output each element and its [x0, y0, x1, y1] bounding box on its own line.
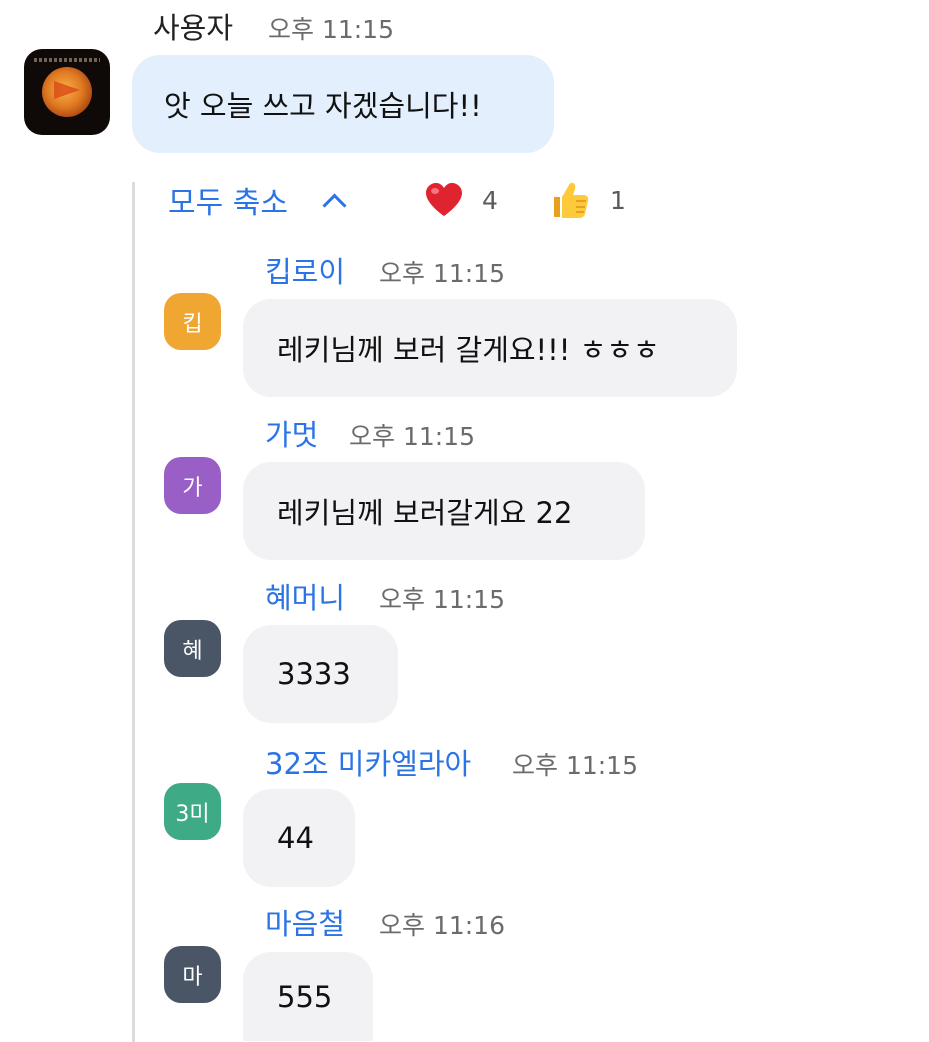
reply-avatar[interactable]: 킵 [164, 293, 221, 350]
heart-icon [424, 182, 464, 218]
reply-author[interactable]: 혜머니 [265, 578, 345, 618]
sender-avatar[interactable] [24, 49, 110, 135]
reaction-heart-count: 4 [482, 185, 498, 215]
reply-bubble[interactable]: 555 [243, 952, 373, 1041]
reply-timestamp: 오후 11:15 [512, 751, 638, 780]
reply-author[interactable]: 가멋 [265, 415, 318, 455]
reply-bubble[interactable]: 3333 [243, 625, 398, 723]
reply-timestamp: 오후 11:15 [379, 259, 505, 288]
reply-author[interactable]: 킵로이 [265, 252, 345, 292]
reply-bubble[interactable]: 44 [243, 789, 355, 887]
collapse-all-label: 모두 축소 [168, 186, 288, 221]
reaction-thumbs-up-count: 1 [610, 185, 626, 215]
message-timestamp: 오후 11:15 [268, 15, 394, 44]
reply-timestamp: 오후 11:15 [349, 422, 475, 451]
avatar-caption-decoration [34, 58, 100, 62]
reply-timestamp: 오후 11:15 [379, 585, 505, 614]
reply-avatar[interactable]: 3미 [164, 783, 221, 840]
sender-name[interactable]: 사용자 [153, 8, 233, 48]
reaction-heart[interactable]: 4 [424, 178, 498, 222]
reply-text: 레키님께 보러 갈게요!!! ㅎㅎㅎ [277, 333, 660, 367]
reply-text: 44 [277, 821, 314, 855]
reply-avatar[interactable]: 혜 [164, 620, 221, 677]
reply-text: 3333 [277, 657, 351, 691]
reply-bubble[interactable]: 레키님께 보러 갈게요!!! ㅎㅎㅎ [243, 299, 737, 397]
chevron-up-icon [322, 192, 347, 218]
reaction-thumbs-up[interactable]: 1 [550, 178, 626, 222]
reply-bubble[interactable]: 레키님께 보러갈게요 22 [243, 462, 645, 560]
message-bubble[interactable]: 앗 오늘 쓰고 자겠습니다!! [132, 55, 554, 153]
reply-text: 레키님께 보러갈게요 22 [277, 496, 573, 530]
collapse-all-button[interactable]: 모두 축소 [168, 178, 347, 222]
reply-text: 555 [277, 979, 333, 1014]
reply-avatar[interactable]: 마 [164, 946, 221, 1003]
message-text: 앗 오늘 쓰고 자겠습니다!! [164, 89, 482, 123]
reply-author[interactable]: 32조 미카엘라아 [265, 744, 471, 784]
thumbs-up-icon [550, 179, 592, 221]
reply-avatar[interactable]: 가 [164, 457, 221, 514]
reply-timestamp: 오후 11:16 [379, 911, 505, 940]
reply-author[interactable]: 마음철 [265, 904, 345, 944]
thread-line [132, 182, 135, 1042]
